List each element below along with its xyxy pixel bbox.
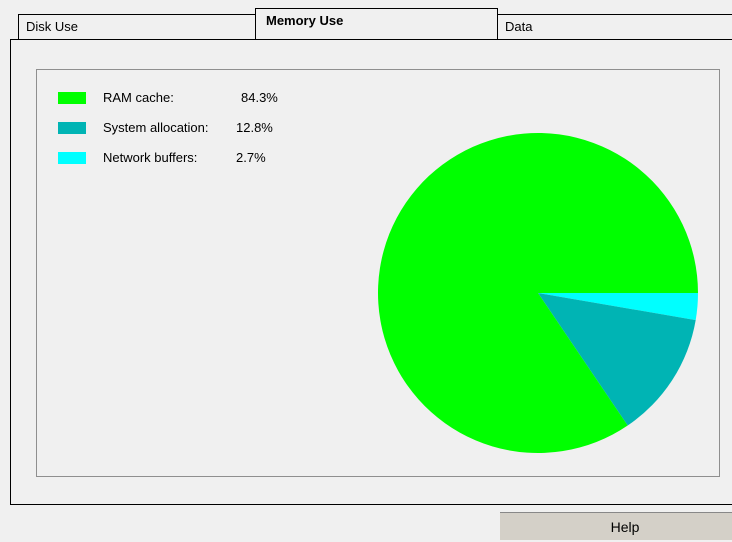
tab-data[interactable]: Data [497,14,732,40]
legend-value-ram-cache: 84.3% [241,90,278,105]
legend-label-ram-cache: RAM cache: [103,90,174,105]
help-button[interactable]: Help [500,512,732,540]
legend-value-network-buffers: 2.7% [236,150,266,165]
legend-label-system-allocation: System allocation: [103,120,209,135]
memory-use-panel: RAM cache: 84.3% System allocation: 12.8… [10,39,732,505]
legend-swatch-ram-cache [58,92,86,104]
tab-disk-use-label: Disk Use [26,19,79,34]
tab-memory-use[interactable]: Memory Use [255,8,498,38]
tab-memory-use-label: Memory Use [266,13,344,28]
legend-swatch-network-buffers [58,152,86,164]
tab-disk-use[interactable]: Disk Use [18,14,256,40]
chart-area: RAM cache: 84.3% System allocation: 12.8… [36,69,720,477]
tab-data-label: Data [505,19,533,34]
help-button-label: Help [610,519,640,535]
legend-label-network-buffers: Network buffers: [103,150,198,165]
legend-value-system-allocation: 12.8% [236,120,273,135]
legend-swatch-system-allocation [58,122,86,134]
